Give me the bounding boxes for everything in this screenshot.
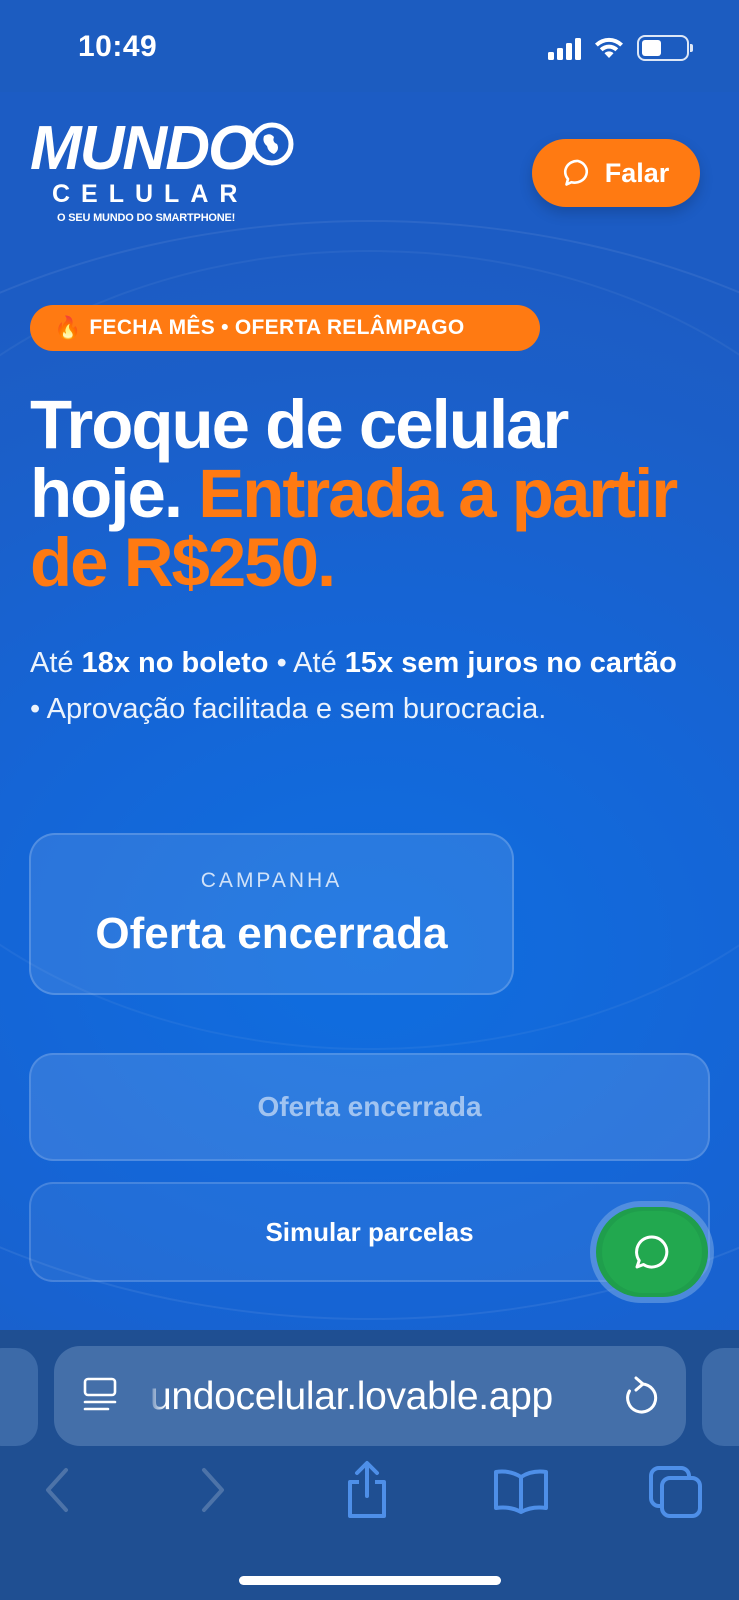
reload-icon[interactable] [622,1374,662,1418]
campaign-card: CAMPANHA Oferta encerrada [29,833,514,995]
hero-headline: Troque de celular hoje. Entrada a partir… [30,390,710,597]
bookmarks-icon[interactable] [492,1468,550,1514]
simulate-installments-label: Simular parcelas [265,1216,474,1247]
chat-bubble-icon [563,159,588,186]
tabs-icon[interactable] [648,1465,704,1519]
forward-icon[interactable] [196,1466,230,1514]
logo-wordmark: MUNDO [30,114,256,183]
subtext-boleto: 18x no boleto [81,647,269,679]
campaign-status: Oferta encerrada [95,909,448,958]
promo-badge-text: FECHA MÊS • OFERTA RELÂMPAGO [89,316,465,339]
talk-button-label: Falar [604,157,670,188]
status-time: 10:49 [78,30,158,63]
campaign-kicker: CAMPANHA [200,869,343,892]
promo-badge: 🔥 FECHA MÊS • OFERTA RELÂMPAGO [30,305,540,351]
subtext-part: • Até [268,647,345,679]
back-icon[interactable] [40,1466,74,1514]
whatsapp-fab[interactable] [596,1207,708,1297]
next-tab-preview[interactable] [702,1348,739,1446]
url-text: undocelular.lovable.app [150,1375,553,1418]
whatsapp-icon [635,1235,669,1269]
status-bar: 10:49 [0,0,739,92]
logo-subtitle: CELULAR [52,180,249,208]
share-icon[interactable] [344,1460,390,1520]
wifi-icon [595,37,623,58]
cellular-signal-icon [548,36,581,60]
subtext-part: Até [30,647,82,679]
previous-tab-preview[interactable] [0,1348,38,1446]
battery-icon [637,35,693,61]
brand-logo[interactable]: MUNDO CELULAR O SEU MUNDO DO SMARTPHONE! [30,114,294,230]
subtext-card: 15x sem juros no cartão [344,647,677,679]
talk-button[interactable]: Falar [532,139,700,207]
fire-icon: 🔥 [54,315,82,340]
url-fade [146,1370,166,1424]
status-icons [548,34,693,62]
hero-subtext: Até 18x no boleto • Até 15x sem juros no… [30,640,680,732]
subtext-part: • Aprovação facilitada e sem burocracia. [30,693,547,725]
whatsapp-fab-body [602,1211,702,1293]
page-menu-icon[interactable] [82,1376,122,1416]
offer-closed-label: Oferta encerrada [257,1091,482,1122]
offer-closed-button[interactable]: Oferta encerrada [29,1053,710,1161]
globe-icon [250,122,294,166]
home-indicator[interactable] [239,1576,501,1585]
logo-tagline: O SEU MUNDO DO SMARTPHONE! [57,212,236,224]
